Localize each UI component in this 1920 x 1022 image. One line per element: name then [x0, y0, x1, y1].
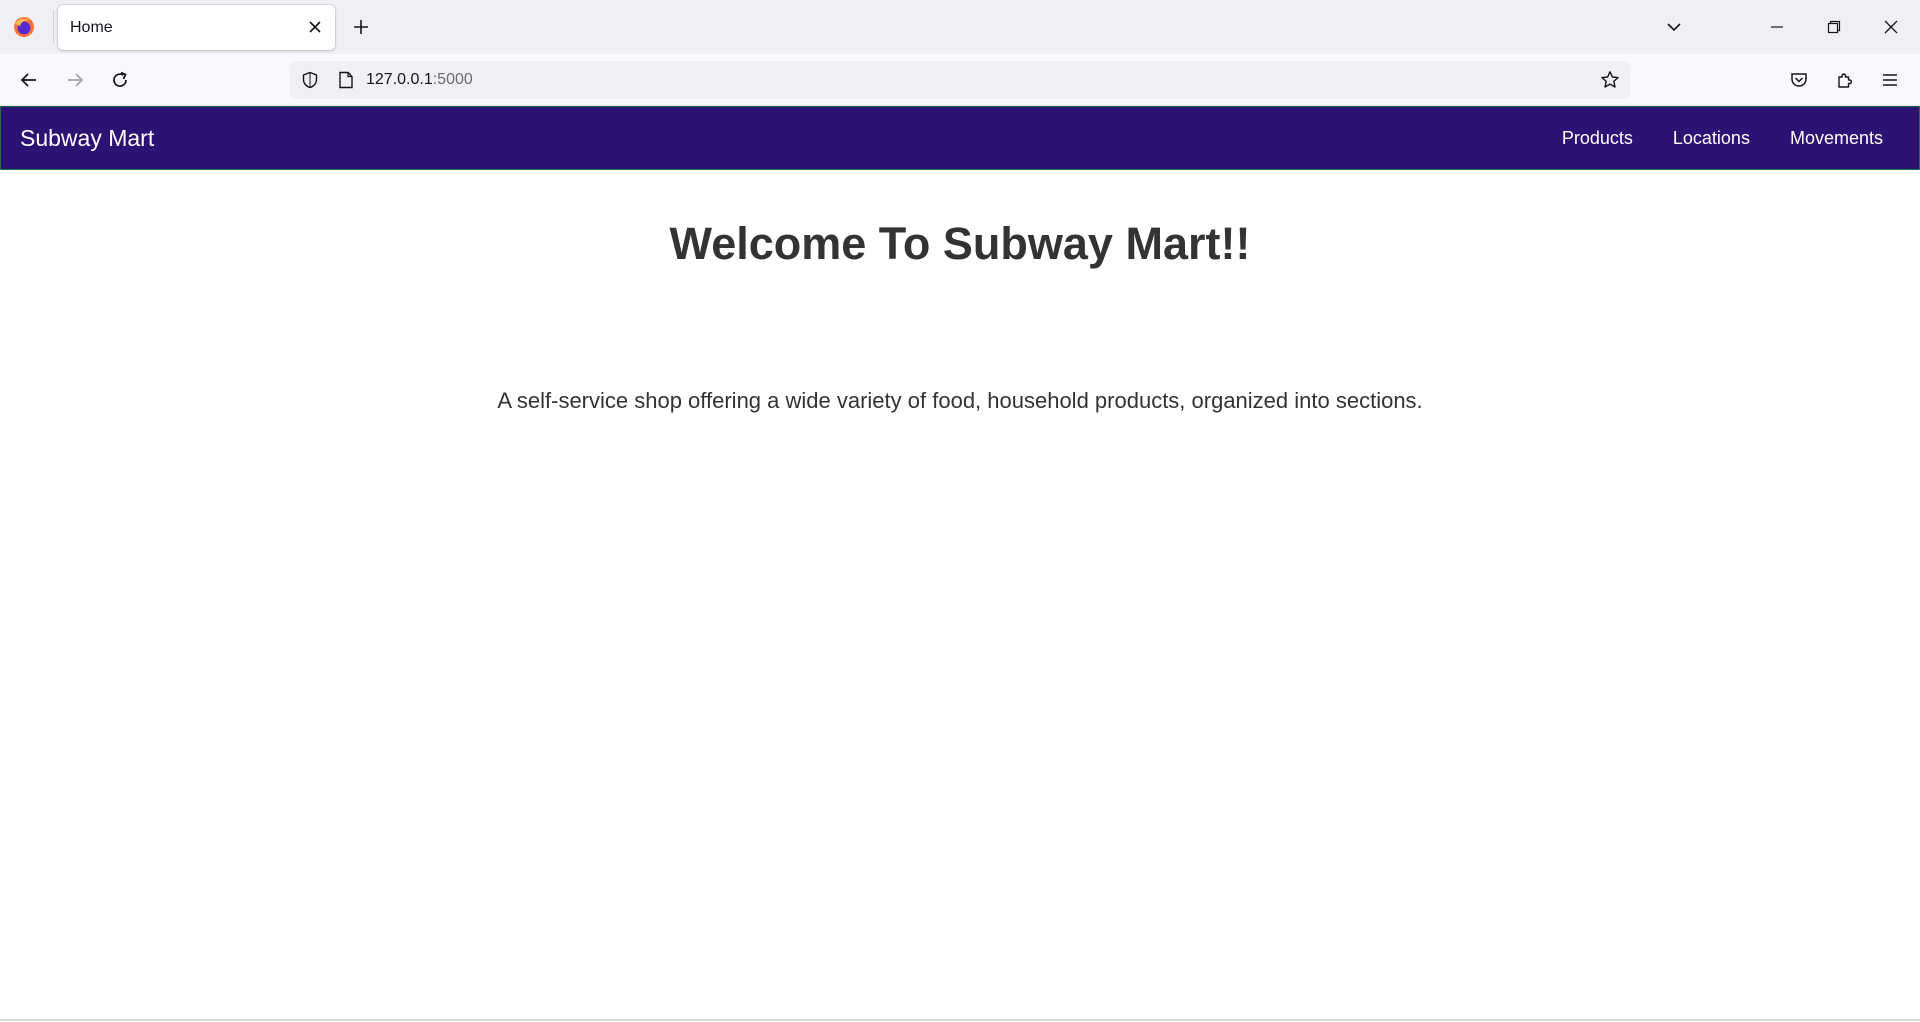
tab-title: Home [70, 19, 113, 36]
browser-titlebar: Home [0, 0, 1920, 54]
reload-icon[interactable] [104, 64, 136, 96]
chevron-down-icon[interactable] [1656, 10, 1692, 44]
browser-toolbar: 127.0.0.1:5000 [0, 54, 1920, 106]
site-navbar: Subway Mart Products Locations Movements [0, 106, 1920, 170]
page-icon[interactable] [334, 68, 358, 92]
url-bar[interactable]: 127.0.0.1:5000 [290, 61, 1630, 99]
star-icon[interactable] [1598, 68, 1622, 92]
arrow-right-icon[interactable] [59, 64, 91, 96]
page-heading: Welcome To Subway Mart!! [669, 218, 1251, 269]
tab-separator [53, 10, 54, 44]
url-host: 127.0.0.1 [366, 71, 433, 88]
close-icon[interactable] [303, 15, 327, 39]
nav-link-movements[interactable]: Movements [1770, 128, 1883, 149]
brand-link[interactable]: Subway Mart [20, 125, 154, 152]
tab-home[interactable]: Home [58, 5, 335, 50]
nav-links: Products Locations Movements [1542, 128, 1883, 149]
url-port: :5000 [432, 71, 473, 88]
arrow-left-icon[interactable] [13, 64, 45, 96]
close-window-icon[interactable] [1873, 10, 1909, 44]
nav-link-locations[interactable]: Locations [1653, 128, 1770, 149]
pocket-icon[interactable] [1783, 64, 1815, 96]
minimize-icon[interactable] [1759, 10, 1795, 44]
page-viewport: Subway Mart Products Locations Movements… [0, 106, 1920, 1022]
nav-link-products[interactable]: Products [1542, 128, 1653, 149]
bottom-divider [0, 1019, 1920, 1021]
page-tagline: A self-service shop offering a wide vari… [497, 388, 1423, 413]
puzzle-icon[interactable] [1829, 64, 1861, 96]
shield-icon[interactable] [298, 68, 322, 92]
url-text[interactable]: 127.0.0.1:5000 [366, 71, 473, 89]
firefox-icon[interactable] [12, 15, 36, 39]
hamburger-icon[interactable] [1874, 64, 1906, 96]
plus-icon[interactable] [348, 14, 374, 40]
restore-icon[interactable] [1816, 10, 1852, 44]
